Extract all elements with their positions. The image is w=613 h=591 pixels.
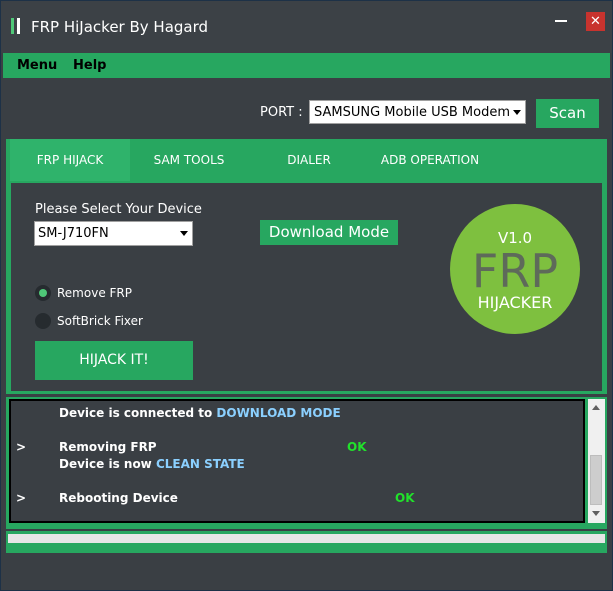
app-logo-icon	[11, 18, 23, 34]
port-select[interactable]: SAMSUNG Mobile USB Modem (C	[309, 100, 526, 124]
progress-track	[8, 534, 605, 543]
log-scrollbar[interactable]	[588, 399, 605, 523]
scroll-up-icon[interactable]	[592, 405, 600, 410]
menu-bar: Menu Help	[3, 53, 610, 78]
log-highlight: CLEAN STATE	[155, 457, 245, 471]
scan-button[interactable]: Scan	[536, 99, 599, 128]
log-highlight: DOWNLOAD MODE	[216, 406, 341, 420]
tab-frp-hijack[interactable]: FRP HIJACK	[10, 139, 130, 181]
log-output[interactable]: Device is connected to DOWNLOAD MODE > R…	[9, 399, 585, 523]
radio-selected-dot	[39, 289, 47, 297]
device-select[interactable]: SM-J710FN	[34, 221, 193, 246]
chevron-down-icon	[513, 110, 521, 115]
frp-hijacker-logo: V1.0 FRP HIJACKER	[450, 204, 580, 334]
hijack-button[interactable]: HIJACK IT!	[35, 341, 193, 380]
log-text: Device is now	[59, 457, 156, 471]
title-bar[interactable]: FRP HiJacker By Hagard ✕	[1, 1, 612, 53]
menu-item-menu[interactable]: Menu	[17, 58, 57, 73]
tab-sam-tools[interactable]: SAM TOOLS	[134, 139, 244, 181]
softbrick-fixer-label[interactable]: SoftBrick Fixer	[57, 314, 143, 328]
bottom-accent-bar	[6, 548, 607, 553]
log-text: Removing FRP	[59, 440, 157, 454]
log-prompt: >	[16, 440, 27, 454]
scroll-down-icon[interactable]	[592, 511, 600, 516]
port-selected-value: SAMSUNG Mobile USB Modem (C	[314, 105, 510, 120]
tab-bar: FRP HIJACK SAM TOOLS DIALER ADB OPERATIO…	[6, 139, 607, 181]
port-label: PORT :	[260, 105, 303, 120]
remove-frp-label[interactable]: Remove FRP	[57, 286, 132, 300]
scroll-thumb[interactable]	[590, 455, 602, 505]
menu-item-help[interactable]: Help	[73, 58, 106, 73]
log-text: Rebooting Device	[59, 491, 178, 505]
tab-adb-operation[interactable]: ADB OPERATION	[370, 139, 490, 181]
progress-bar	[6, 531, 607, 548]
log-line: Device is connected to DOWNLOAD MODE	[59, 406, 341, 420]
minimize-icon[interactable]	[555, 20, 567, 22]
log-line: Device is now CLEAN STATE	[59, 457, 245, 471]
close-button[interactable]: ✕	[586, 12, 605, 31]
window-title: FRP HiJacker By Hagard	[31, 18, 209, 36]
device-selected-value: SM-J710FN	[38, 226, 109, 241]
device-label: Please Select Your Device	[35, 202, 202, 217]
remove-frp-radio[interactable]	[35, 285, 51, 301]
frp-hijack-panel-body: Please Select Your Device SM-J710FN Down…	[11, 183, 602, 391]
logo-main: FRP	[472, 244, 558, 298]
frp-hijack-panel: Please Select Your Device SM-J710FN Down…	[6, 181, 607, 394]
chevron-down-icon	[180, 231, 188, 236]
tab-dialer[interactable]: DIALER	[264, 139, 354, 181]
log-prompt: >	[16, 491, 27, 505]
log-status-ok: OK	[395, 491, 415, 505]
log-frame: Device is connected to DOWNLOAD MODE > R…	[6, 397, 607, 529]
softbrick-fixer-radio[interactable]	[35, 313, 51, 329]
app-window: FRP HiJacker By Hagard ✕ Menu Help PORT …	[0, 0, 613, 591]
log-status-ok: OK	[347, 440, 367, 454]
log-text: Device is connected to	[59, 406, 217, 420]
download-mode-button[interactable]: Download Mode	[260, 220, 398, 245]
logo-sub: HIJACKER	[478, 293, 553, 312]
